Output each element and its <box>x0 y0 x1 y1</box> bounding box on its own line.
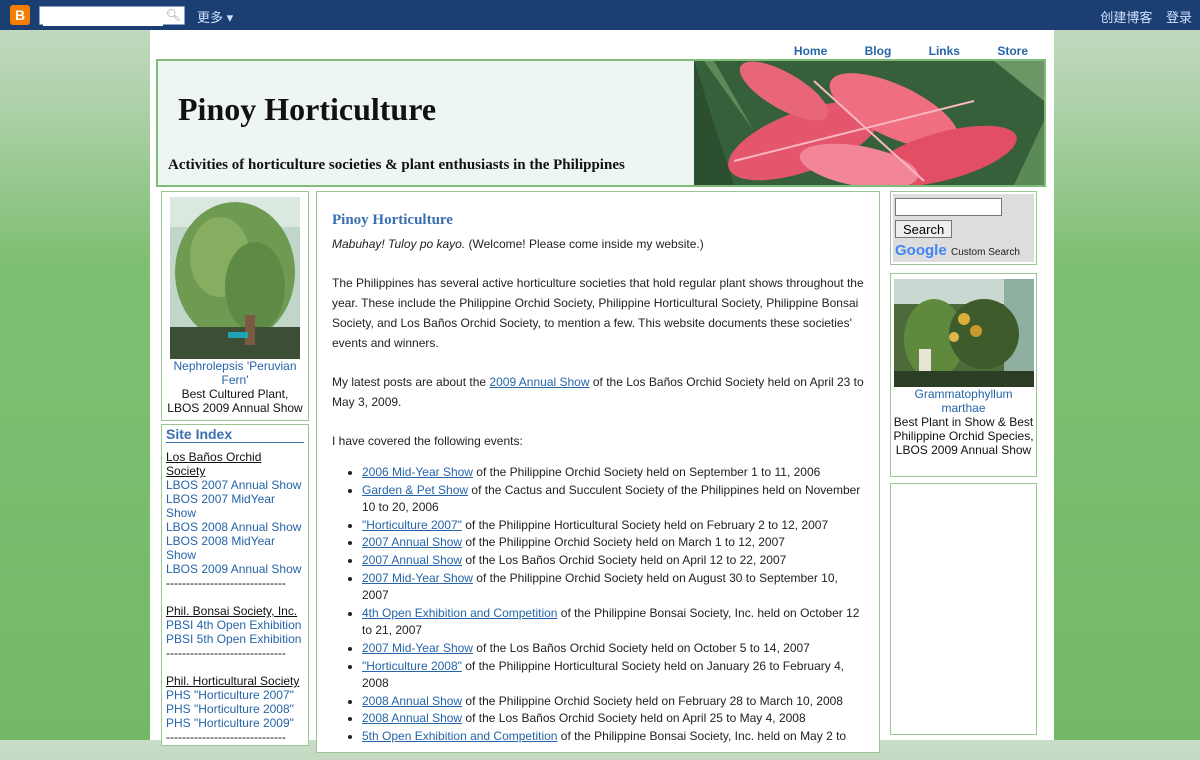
nav-links-link[interactable]: Links <box>929 44 960 58</box>
main-post: Pinoy Horticulture Mabuhay! Tuloy po kay… <box>316 191 880 753</box>
event-link[interactable]: 2007 Annual Show <box>362 535 462 549</box>
site-index-link[interactable]: PBSI 5th Open Exhibition <box>166 632 304 646</box>
site-index-separator: ------------------------------ <box>166 646 286 660</box>
orchid-photo[interactable] <box>893 279 1034 387</box>
list-item: 2007 Mid-Year Show of the Philippine Orc… <box>362 570 865 605</box>
event-text: of the Los Baños Orchid Society held on … <box>462 711 806 726</box>
list-item: 2008 Annual Show of the Philippine Orchi… <box>362 693 865 711</box>
event-link[interactable]: 2007 Mid-Year Show <box>362 641 473 655</box>
site-index-separator: ------------------------------ <box>166 730 286 744</box>
blog-header: Pinoy Horticulture Activities of horticu… <box>156 59 1046 187</box>
event-text: of the Philippine Horticultural Society … <box>461 517 829 532</box>
event-text: of the Philippine Orchid Society held on… <box>462 535 785 550</box>
top-navigation: Home Blog Links Store <box>760 44 1028 58</box>
list-item: Garden & Pet Show of the Cactus and Succ… <box>362 482 865 517</box>
list-item: 2007 Annual Show of the Philippine Orchi… <box>362 534 865 552</box>
site-index-group-title: Los Baños Orchid Society <box>166 450 262 478</box>
more-label: 更多 <box>197 10 224 25</box>
navbar-search: 🔍︎ <box>39 6 185 26</box>
site-index-link[interactable]: LBOS 2007 Annual Show <box>166 478 304 492</box>
blogger-navbar: B 🔍︎ 更多 ▾ 创建博客 登录 <box>0 0 1200 30</box>
event-text: of the Los Baños Orchid Society held on … <box>472 640 810 655</box>
event-link[interactable]: 2008 Annual Show <box>362 694 462 708</box>
right-empty-widget <box>890 483 1037 735</box>
google-logo: Google <box>895 242 947 259</box>
left-photo-widget: Nephrolepsis 'Peruvian Fern' Best Cultur… <box>161 191 309 421</box>
post-title[interactable]: Pinoy Horticulture <box>332 210 865 230</box>
search-button[interactable]: Search <box>895 220 953 238</box>
search-icon[interactable]: 🔍︎ <box>166 8 181 22</box>
custom-search-label: Custom Search <box>951 247 1020 258</box>
intro-paragraph: The Philippines has several active horti… <box>332 276 864 350</box>
event-link[interactable]: "Horticulture 2007" <box>362 518 462 532</box>
site-index-link[interactable]: PHS "Horticulture 2008" <box>166 702 304 716</box>
latest-pre: My latest posts are about the <box>332 375 490 389</box>
more-menu-button[interactable]: 更多 ▾ <box>197 7 233 26</box>
right-photo-caption-link[interactable]: Grammatophyllum marthae <box>891 387 1036 415</box>
header-photo <box>694 61 1044 185</box>
latest-posts-paragraph: My latest posts are about the 2009 Annua… <box>332 372 865 412</box>
site-index-group-title: Phil. Horticultural Society <box>166 674 300 688</box>
site-index-widget: Site Index Los Baños Orchid Society LBOS… <box>161 424 309 746</box>
site-index-group-title: Phil. Bonsai Society, Inc. <box>166 604 298 618</box>
event-link[interactable]: 2006 Mid-Year Show <box>362 465 473 479</box>
blogger-logo-icon[interactable]: B <box>10 5 30 25</box>
events-list: 2006 Mid-Year Show of the Philippine Orc… <box>332 464 865 746</box>
site-search-input[interactable] <box>895 198 1002 216</box>
nav-blog-link[interactable]: Blog <box>865 44 892 58</box>
welcome-paragraph: Mabuhay! Tuloy po kayo. (Welcome! Please… <box>332 234 865 254</box>
event-link[interactable]: 2008 Annual Show <box>362 711 462 725</box>
nav-home-link[interactable]: Home <box>794 44 827 58</box>
event-text: of the Philippine Orchid Society held on… <box>462 693 843 708</box>
event-link[interactable]: 2007 Annual Show <box>362 553 462 567</box>
event-link[interactable]: 5th Open Exhibition and Competition <box>362 729 557 743</box>
left-photo-caption-line2: LBOS 2009 Annual Show <box>167 401 303 415</box>
chevron-down-icon: ▾ <box>226 10 234 25</box>
list-item: "Horticulture 2007" of the Philippine Ho… <box>362 517 865 535</box>
event-text: of the Philippine Orchid Society held on… <box>472 465 821 479</box>
welcome-rest: (Welcome! Please come inside my website.… <box>465 237 704 251</box>
list-item: 2007 Mid-Year Show of the Los Baños Orch… <box>362 640 865 658</box>
event-link[interactable]: 4th Open Exhibition and Competition <box>362 606 557 620</box>
blog-title[interactable]: Pinoy Horticulture <box>178 91 436 128</box>
site-index-link[interactable]: LBOS 2007 MidYear Show <box>166 492 304 520</box>
site-index-separator: ------------------------------ <box>166 576 286 590</box>
site-index-link[interactable]: PBSI 4th Open Exhibition <box>166 618 304 632</box>
navbar-search-input[interactable] <box>43 10 163 26</box>
site-index-link[interactable]: PHS "Horticulture 2009" <box>166 716 304 730</box>
blog-description: Activities of horticulture societies & p… <box>168 157 625 173</box>
login-link[interactable]: 登录 <box>1166 10 1192 25</box>
list-item: 5th Open Exhibition and Competition of t… <box>362 728 865 746</box>
list-item: 4th Open Exhibition and Competition of t… <box>362 605 865 640</box>
list-item: 2008 Annual Show of the Los Baños Orchid… <box>362 710 865 728</box>
custom-search-widget: Search Google Custom Search <box>890 191 1037 265</box>
site-index-link[interactable]: LBOS 2009 Annual Show <box>166 562 304 576</box>
welcome-italic: Mabuhay! Tuloy po kayo. <box>332 237 466 251</box>
navbar-right-links: 创建博客 登录 <box>1090 7 1192 26</box>
fern-photo[interactable] <box>170 197 300 359</box>
site-index-link[interactable]: LBOS 2008 Annual Show <box>166 520 304 534</box>
event-link[interactable]: "Horticulture 2008" <box>362 659 462 673</box>
site-index-link[interactable]: PHS "Horticulture 2007" <box>166 688 304 702</box>
events-intro: I have covered the following events: <box>332 434 523 448</box>
page-container: Home Blog Links Store Pinoy Horticulture… <box>150 30 1054 753</box>
site-index-heading: Site Index <box>166 427 304 443</box>
event-text: of the Philippine Bonsai Society, Inc. h… <box>557 728 847 743</box>
event-link[interactable]: 2007 Mid-Year Show <box>362 571 473 585</box>
right-photo-widget: Grammatophyllum marthae Best Plant in Sh… <box>890 273 1037 477</box>
event-text: of the Los Baños Orchid Society held on … <box>462 552 787 567</box>
list-item: "Horticulture 2008" of the Philippine Ho… <box>362 658 865 693</box>
list-item: 2007 Annual Show of the Los Baños Orchid… <box>362 552 865 570</box>
left-photo-caption-link[interactable]: Nephrolepsis 'Peruvian Fern' <box>162 359 308 387</box>
create-blog-link[interactable]: 创建博客 <box>1100 10 1152 25</box>
list-item: 2006 Mid-Year Show of the Philippine Orc… <box>362 464 865 482</box>
right-photo-caption-text: Best Plant in Show & Best Philippine Orc… <box>893 415 1034 457</box>
event-link[interactable]: Garden & Pet Show <box>362 483 468 497</box>
annual-show-2009-link[interactable]: 2009 Annual Show <box>489 375 589 389</box>
nav-store-link[interactable]: Store <box>997 44 1028 58</box>
left-photo-caption-line1: Best Cultured Plant, <box>181 387 289 401</box>
site-index-link[interactable]: LBOS 2008 MidYear Show <box>166 534 304 562</box>
